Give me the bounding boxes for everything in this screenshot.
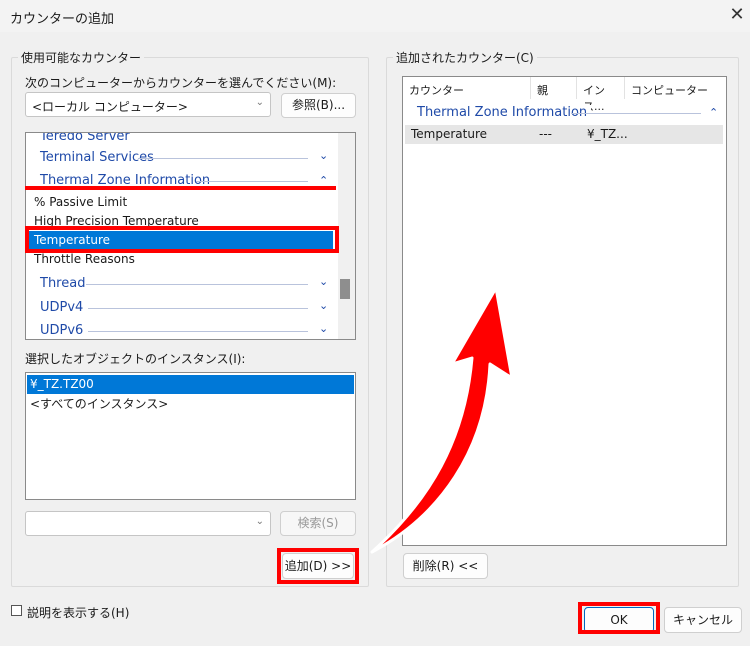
chevron-down-icon[interactable]: ⌄: [319, 322, 328, 335]
added-category-thermal-zone[interactable]: Thermal Zone Information ⌃: [403, 102, 726, 124]
instance-list[interactable]: ¥_TZ.TZ00 <すべてのインスタンス>: [25, 372, 356, 500]
search-button: 検索(S): [280, 511, 356, 536]
column-header-computer[interactable]: コンピューター: [625, 77, 726, 99]
search-select[interactable]: ⌄: [25, 511, 271, 536]
available-counters-label: 使用可能なカウンター: [18, 49, 145, 66]
show-description-checkbox[interactable]: [11, 605, 22, 616]
instances-label: 選択したオブジェクトのインスタンス(I):: [25, 352, 246, 366]
category-divider: [571, 113, 701, 114]
annotation-box-temperature: [25, 226, 339, 253]
annotation-box-add: [277, 548, 359, 584]
close-icon[interactable]: ✕: [724, 2, 750, 28]
instance-item[interactable]: ¥_TZ.TZ00: [27, 375, 354, 394]
chevron-up-icon[interactable]: ⌃: [709, 106, 718, 119]
category-divider: [196, 181, 308, 182]
category-terminal-services[interactable]: Terminal Services ⌄: [26, 147, 338, 169]
annotation-arrow-shape: [370, 286, 514, 554]
show-description-label[interactable]: 説明を表示する(H): [27, 604, 129, 621]
cancel-button[interactable]: キャンセル: [664, 607, 742, 633]
scrollbar-thumb[interactable]: [340, 279, 350, 299]
category-partial: Teredo Server: [26, 133, 338, 148]
computer-select-value: <ローカル コンピューター>: [32, 100, 188, 114]
annotation-arrow: [370, 286, 514, 554]
browse-button[interactable]: 参照(B)...: [281, 93, 356, 118]
chevron-down-icon: ⌄: [255, 516, 264, 527]
instance-item[interactable]: <すべてのインスタンス>: [27, 393, 354, 412]
chevron-down-icon[interactable]: ⌄: [319, 149, 328, 162]
computer-prompt: 次のコンピューターからカウンターを選んでください(M):: [25, 76, 337, 90]
column-header-instance[interactable]: インス...: [577, 77, 625, 113]
chevron-down-icon: ⌄: [255, 97, 264, 108]
annotation-box-ok: [578, 602, 660, 634]
column-header-counter[interactable]: カウンター: [403, 77, 531, 99]
chevron-down-icon[interactable]: ⌄: [319, 299, 328, 312]
row-parent: ---: [539, 127, 552, 141]
category-divider: [86, 284, 308, 285]
category-udpv4[interactable]: UDPv4 ⌄: [26, 297, 338, 319]
window-title: カウンターの追加: [10, 12, 115, 27]
row-instance: ¥_TZ...: [587, 127, 628, 141]
annotation-underline: [25, 186, 336, 190]
category-udpv6[interactable]: UDPv6 ⌄: [26, 320, 338, 339]
computer-select[interactable]: <ローカル コンピューター> ⌄: [25, 92, 271, 117]
added-counter-row[interactable]: Temperature --- ¥_TZ...: [405, 125, 723, 144]
category-thread[interactable]: Thread ⌄: [26, 273, 338, 295]
added-counters-label: 追加されたカウンター(C): [393, 49, 537, 66]
category-divider: [138, 158, 308, 159]
counter-tree-scrollbar[interactable]: [338, 133, 355, 339]
column-header-parent[interactable]: 親: [531, 77, 577, 99]
row-counter: Temperature: [411, 127, 488, 141]
chevron-down-icon[interactable]: ⌄: [319, 275, 328, 288]
counter-item-passive-limit[interactable]: % Passive Limit: [27, 193, 337, 212]
category-divider: [88, 308, 308, 309]
category-divider: [88, 331, 308, 332]
